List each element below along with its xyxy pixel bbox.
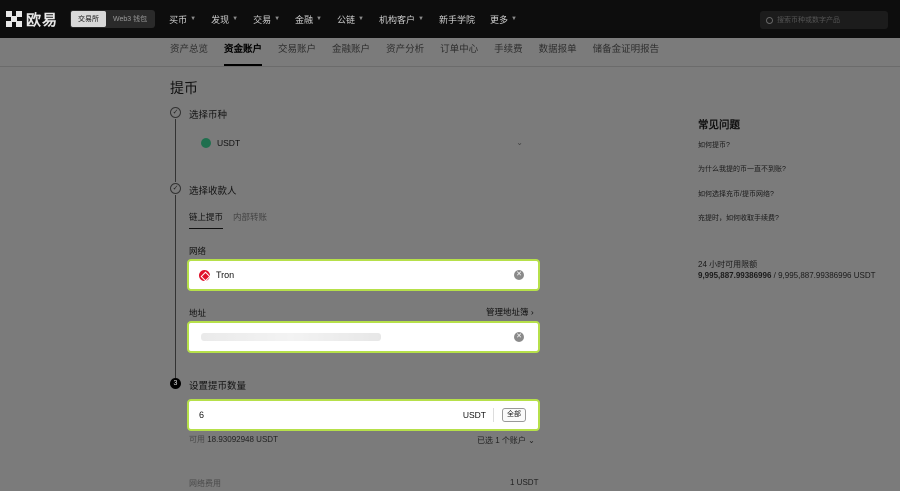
- amount-input[interactable]: 6 USDT 全部: [187, 399, 540, 431]
- available-label: 可用: [189, 435, 205, 444]
- subnav-asset-analysis[interactable]: 资产分析: [386, 38, 424, 66]
- chevron-down-icon: ▼: [274, 16, 281, 22]
- subnav-funding-account[interactable]: 资金账户: [224, 38, 263, 66]
- okx-logo[interactable]: 欧易: [6, 9, 58, 30]
- chevron-down-icon: ▼: [232, 16, 239, 22]
- limit-label: 24 小时可用限额: [698, 260, 758, 269]
- mode-exchange-tab[interactable]: 交易所: [71, 11, 107, 27]
- usdt-coin-icon: [201, 137, 211, 148]
- address-input[interactable]: ✕: [187, 321, 540, 353]
- tab-onchain[interactable]: 链上提币: [189, 211, 224, 229]
- withdraw-method-tabs: 链上提币 内部转账: [189, 211, 277, 229]
- chevron-down-icon: ⌄: [516, 138, 523, 147]
- available-value: 18.93092948 USDT: [207, 435, 278, 444]
- network-value: Tron: [216, 270, 235, 280]
- amount-unit: USDT: [462, 410, 486, 420]
- nav-item-finance[interactable]: 金融 ▼: [295, 13, 322, 26]
- limit-total: / 9,995,887.99386996 USDT: [771, 271, 876, 280]
- faq-title: 常见问题: [698, 119, 740, 131]
- address-book-link[interactable]: 管理地址簿 ›: [486, 306, 534, 318]
- nav-item-more[interactable]: 更多 ▼: [490, 13, 517, 26]
- fee-label: 网络费用: [189, 479, 221, 488]
- subnav-finance-account[interactable]: 金融账户: [332, 38, 370, 66]
- nav-label: 发现: [211, 14, 230, 25]
- amount-value: 6: [199, 410, 205, 420]
- max-all-button[interactable]: 全部: [502, 408, 526, 422]
- nav-label: 买币: [169, 14, 188, 25]
- limit-value: 9,995,887.99386996 / 9,995,887.99386996 …: [698, 271, 875, 280]
- subnav-divider: [0, 66, 900, 67]
- chevron-down-icon: ⌄: [528, 436, 535, 445]
- field-divider: [493, 408, 494, 422]
- nav-item-academy[interactable]: 新手学院: [439, 13, 475, 26]
- subnav-fees[interactable]: 手续费: [494, 38, 523, 66]
- coin-name: USDT: [217, 137, 241, 148]
- step2-title: 选择收款人: [189, 186, 237, 197]
- mode-web3-tab[interactable]: Web3 钱包: [106, 11, 154, 27]
- step1-title: 选择币种: [189, 110, 228, 121]
- tron-icon: [199, 269, 210, 281]
- subnav-trading-account[interactable]: 交易账户: [278, 38, 316, 66]
- step-number: 3: [170, 378, 181, 389]
- subnav-data-report[interactable]: 数据报单: [539, 38, 577, 66]
- subnav-order-center[interactable]: 订单中心: [440, 38, 478, 66]
- tab-internal[interactable]: 内部转账: [233, 211, 267, 229]
- chevron-down-icon: ▼: [358, 16, 364, 22]
- step-connector: [175, 195, 176, 378]
- fee-value: 1 USDT: [510, 478, 539, 487]
- step-check-icon: ✓: [170, 183, 181, 194]
- step-connector: [175, 119, 176, 182]
- search-icon: [766, 16, 773, 24]
- chevron-down-icon: ▼: [316, 16, 322, 22]
- account-selector[interactable]: 已选 1 个账户 ⌄: [477, 435, 535, 446]
- faq-link[interactable]: 如何选择充币/提币网络?: [698, 189, 774, 199]
- chevron-down-icon: ▼: [417, 16, 424, 22]
- nav-label: 更多: [489, 14, 508, 25]
- nav-item-chain[interactable]: 公链 ▼: [337, 13, 364, 26]
- mode-switch: 交易所 Web3 钱包: [70, 10, 156, 28]
- okx-logo-icon: [6, 11, 22, 27]
- nav-label: 机构客户: [378, 14, 415, 25]
- network-label: 网络: [189, 246, 207, 256]
- search-placeholder: 搜索币种或数字产品: [777, 17, 840, 24]
- faq-link[interactable]: 为什么我提的币一直不到账?: [698, 164, 786, 174]
- nav-item-institutional[interactable]: 机构客户 ▼: [379, 13, 424, 26]
- account-subnav: 资产总览 资金账户 交易账户 金融账户 资产分析 订单中心 手续费 数据报单 储…: [170, 38, 675, 66]
- network-select[interactable]: Tron ✕: [187, 259, 540, 291]
- clear-icon[interactable]: ✕: [514, 270, 524, 280]
- nav-label: 新手学院: [438, 14, 475, 25]
- limit-used: 9,995,887.99386996: [698, 271, 772, 280]
- nav-item-discover[interactable]: 发现 ▼: [211, 13, 238, 26]
- page-title: 提币: [170, 80, 198, 96]
- nav-label: 金融: [295, 14, 314, 25]
- available-balance: 可用 18.93092948 USDT: [189, 434, 278, 445]
- coin-select[interactable]: USDT ⌄: [189, 131, 529, 155]
- top-nav-bar: 欧易 交易所 Web3 钱包 买币 ▼ 发现 ▼ 交易 ▼ 金融 ▼ 公链 ▼ 机构客户 ▼…: [0, 0, 900, 38]
- subnav-proof-of-reserves[interactable]: 储备金证明报告: [593, 38, 660, 66]
- search-input[interactable]: 搜索币种或数字产品: [760, 11, 888, 29]
- address-value-redacted: [201, 333, 381, 341]
- clear-icon[interactable]: ✕: [514, 332, 524, 342]
- chevron-down-icon: ▼: [510, 16, 517, 22]
- nav-item-trade[interactable]: 交易 ▼: [253, 13, 280, 26]
- nav-label: 公链: [337, 14, 356, 25]
- faq-link[interactable]: 如何提币?: [698, 140, 730, 150]
- main-nav: 买币 ▼ 发现 ▼ 交易 ▼ 金融 ▼ 公链 ▼ 机构客户 ▼ 新手学院 更多 ▼: [169, 13, 532, 26]
- address-label: 地址: [189, 308, 207, 318]
- step3-title: 设置提币数量: [189, 381, 247, 392]
- chevron-down-icon: ▼: [190, 16, 197, 22]
- nav-item-buy[interactable]: 买币 ▼: [169, 13, 196, 26]
- faq-link[interactable]: 充提时，如何收取手续费?: [698, 213, 779, 223]
- step-check-icon: ✓: [170, 107, 181, 118]
- subnav-asset-overview[interactable]: 资产总览: [170, 38, 208, 66]
- brand-name: 欧易: [26, 11, 59, 29]
- selected-accounts: 已选 1 个账户: [477, 436, 526, 445]
- nav-label: 交易: [253, 14, 272, 25]
